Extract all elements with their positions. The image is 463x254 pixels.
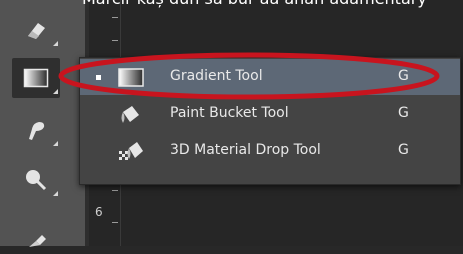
ruler-tick — [112, 222, 118, 223]
pen-icon — [29, 235, 46, 247]
pen-tool-button[interactable] — [12, 214, 60, 254]
ruler-tick — [112, 40, 118, 41]
menu-item-label: Paint Bucket Tool — [170, 105, 289, 121]
dodge-tool-button[interactable] — [12, 160, 60, 200]
paint-bucket-icon — [121, 106, 139, 123]
more-tools-indicator — [53, 41, 58, 46]
highlight-ellipse-annotation — [58, 52, 440, 100]
more-tools-indicator — [53, 141, 58, 146]
more-tools-indicator — [53, 191, 58, 196]
gradient-icon — [23, 68, 49, 88]
eraser-icon — [28, 23, 45, 39]
blur-tool-button[interactable] — [12, 110, 60, 150]
tools-panel — [0, 0, 85, 247]
menu-item-label: 3D Material Drop Tool — [170, 142, 321, 158]
dodge-icon — [26, 170, 47, 191]
eraser-tool-button[interactable] — [12, 10, 60, 50]
menu-item-paint-bucket-tool[interactable]: Paint Bucket Tool G — [80, 96, 460, 132]
ruler-number: 6 — [95, 205, 103, 219]
blur-smudge-icon — [29, 122, 45, 140]
ruler-tick — [112, 17, 118, 18]
3d-material-drop-icon — [119, 142, 143, 160]
menu-item-3d-material-drop-tool[interactable]: 3D Material Drop Tool G — [80, 133, 460, 169]
cropped-caption-text: Marcír kaș dun sa bur aa ahan adamentary — [82, 0, 427, 8]
menu-item-shortcut: G — [398, 105, 409, 121]
menu-item-shortcut: G — [398, 142, 409, 158]
ruler-tick — [112, 190, 118, 191]
gradient-tool-button[interactable] — [12, 58, 60, 98]
